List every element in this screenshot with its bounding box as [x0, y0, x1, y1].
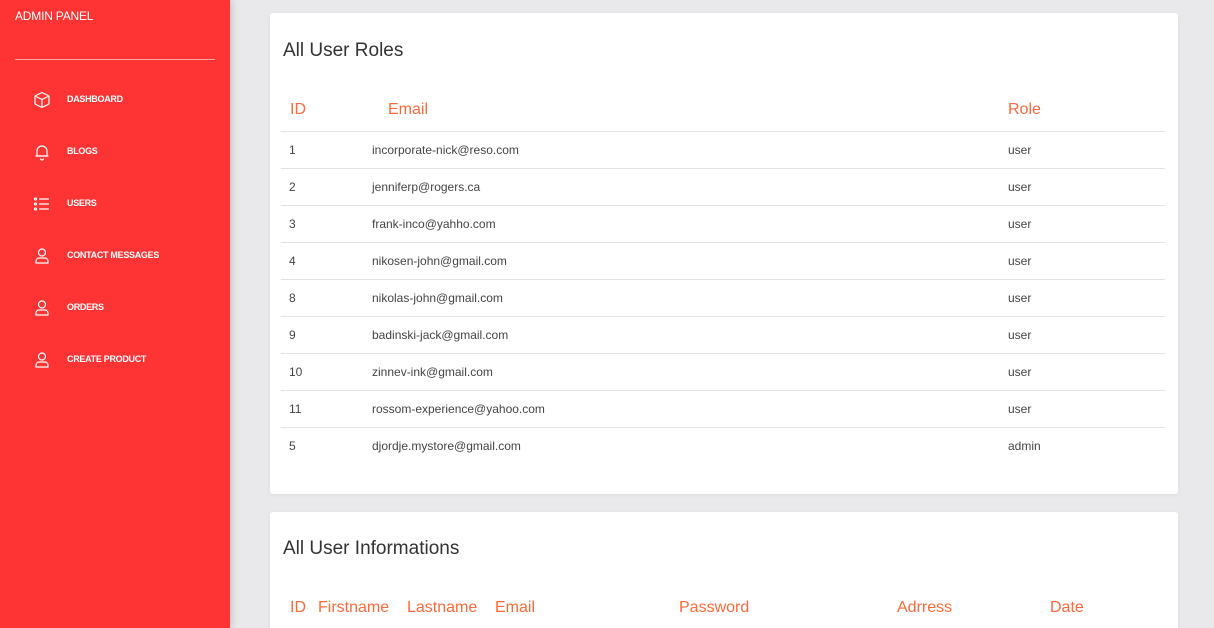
row-role: user: [1008, 217, 1032, 231]
card-title: All User Informations: [283, 538, 460, 559]
row-email: djordje.mystore@gmail.com: [372, 439, 521, 453]
row-role: user: [1008, 365, 1032, 379]
row-email: incorporate-nick@reso.com: [372, 143, 519, 157]
row-id: 2: [289, 180, 296, 194]
column-header-email: Email: [388, 101, 429, 118]
row-role: user: [1008, 180, 1032, 194]
brand-title: ADMIN PANEL: [15, 9, 94, 23]
sidebar-item-label: ORDERS: [67, 302, 104, 312]
column-header-password: Password: [679, 599, 750, 616]
table-row: 5 djordje.mystore@gmail.com admin: [281, 427, 1165, 464]
table-row: 11 rossom-experience@yahoo.com user: [281, 390, 1165, 427]
row-role: admin: [1008, 439, 1041, 453]
sidebar-item-blogs[interactable]: BLOGS: [0, 136, 230, 188]
sidebar-item-label: DASHBOARD: [67, 94, 123, 104]
row-role: user: [1008, 402, 1032, 416]
sidebar-item-label: BLOGS: [67, 146, 98, 156]
row-role: user: [1008, 254, 1032, 268]
bell-icon: [33, 143, 51, 161]
list-icon: [33, 195, 51, 213]
user-roles-card: All User Roles ID Email Role 1 incorpora…: [270, 13, 1178, 494]
row-id: 11: [289, 402, 302, 416]
table-row: 2 jenniferp@rogers.ca user: [281, 168, 1165, 205]
sidebar-item-users[interactable]: USERS: [0, 188, 230, 240]
sidebar-item-create-product[interactable]: CREATE PRODUCT: [0, 344, 230, 396]
column-header-email: Email: [495, 599, 536, 616]
sidebar-item-label: USERS: [67, 198, 97, 208]
row-email: zinnev-ink@gmail.com: [372, 365, 493, 379]
row-role: user: [1008, 291, 1032, 305]
sidebar-item-dashboard[interactable]: DASHBOARD: [0, 84, 230, 136]
row-email: rossom-experience@yahoo.com: [372, 402, 545, 416]
row-id: 5: [289, 439, 296, 453]
row-role: user: [1008, 328, 1032, 342]
column-header-lastname: Lastname: [407, 599, 478, 616]
table-row: 8 nikolas-john@gmail.com user: [281, 279, 1165, 316]
column-header-address: Adrress: [897, 599, 953, 616]
user-informations-card: All User Informations ID Firstname Lastn…: [270, 512, 1178, 628]
table-row: 9 badinski-jack@gmail.com user: [281, 316, 1165, 353]
sidebar-divider: [15, 59, 215, 60]
column-header-date: Date: [1050, 599, 1084, 616]
row-email: frank-inco@yahho.com: [372, 217, 496, 231]
column-header-id: ID: [290, 599, 306, 616]
sidebar-item-label: CREATE PRODUCT: [67, 354, 147, 364]
row-id: 8: [289, 291, 296, 305]
row-id: 4: [289, 254, 296, 268]
user-icon: [33, 351, 51, 369]
sidebar-item-label: CONTACT MESSAGES: [67, 250, 160, 260]
user-icon: [33, 299, 51, 317]
sidebar-item-orders[interactable]: ORDERS: [0, 292, 230, 344]
cube-icon: [33, 91, 51, 109]
row-email: badinski-jack@gmail.com: [372, 328, 509, 342]
sidebar: ADMIN PANEL DASHBOARD BLOGS USERS CONTAC…: [0, 0, 230, 628]
row-id: 3: [289, 217, 296, 231]
row-role: user: [1008, 143, 1032, 157]
sidebar-item-contact-messages[interactable]: CONTACT MESSAGES: [0, 240, 230, 292]
row-email: jenniferp@rogers.ca: [372, 180, 481, 194]
table-row: 10 zinnev-ink@gmail.com user: [281, 353, 1165, 390]
column-header-role: Role: [1008, 101, 1041, 118]
table-row: 3 frank-inco@yahho.com user: [281, 205, 1165, 242]
row-email: nikosen-john@gmail.com: [372, 254, 507, 268]
row-id: 10: [289, 365, 303, 379]
card-title: All User Roles: [283, 40, 404, 61]
table-row: 1 incorporate-nick@reso.com user: [281, 131, 1165, 168]
column-header-firstname: Firstname: [318, 599, 390, 616]
table-row: 4 nikosen-john@gmail.com user: [281, 242, 1165, 279]
user-icon: [33, 247, 51, 265]
sidebar-nav: DASHBOARD BLOGS USERS CONTACT MESSAGES O…: [0, 84, 230, 396]
column-header-id: ID: [290, 101, 306, 118]
row-id: 9: [289, 328, 296, 342]
row-id: 1: [289, 143, 296, 157]
row-email: nikolas-john@gmail.com: [372, 291, 503, 305]
